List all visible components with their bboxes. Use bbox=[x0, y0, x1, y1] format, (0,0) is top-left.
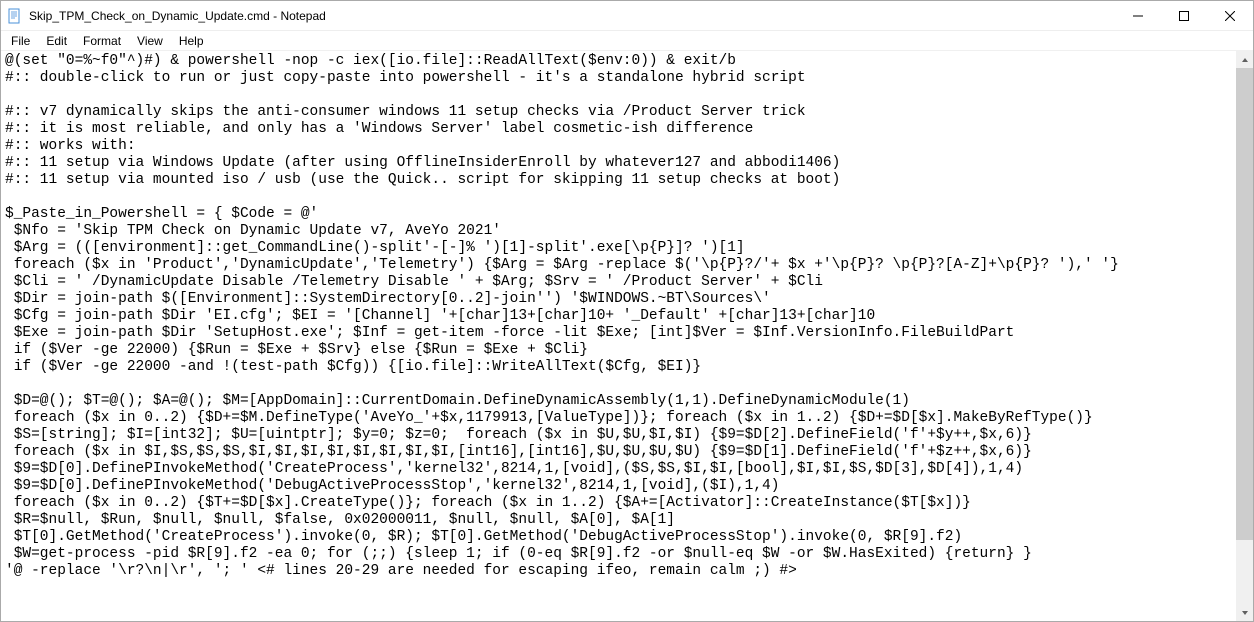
titlebar[interactable]: Skip_TPM_Check_on_Dynamic_Update.cmd - N… bbox=[1, 1, 1253, 31]
notepad-icon bbox=[7, 8, 23, 24]
menu-view[interactable]: View bbox=[129, 32, 171, 50]
menu-format[interactable]: Format bbox=[75, 32, 129, 50]
menu-edit[interactable]: Edit bbox=[38, 32, 75, 50]
close-button[interactable] bbox=[1207, 1, 1253, 30]
menu-help[interactable]: Help bbox=[171, 32, 212, 50]
scroll-track[interactable] bbox=[1236, 68, 1253, 604]
window-title: Skip_TPM_Check_on_Dynamic_Update.cmd - N… bbox=[29, 9, 1115, 23]
menu-file[interactable]: File bbox=[3, 32, 38, 50]
minimize-button[interactable] bbox=[1115, 1, 1161, 30]
scroll-thumb[interactable] bbox=[1236, 68, 1253, 540]
editor-area: @(set "0=%~f0"^)#) & powershell -nop -c … bbox=[1, 51, 1253, 621]
window-controls bbox=[1115, 1, 1253, 30]
menubar: File Edit Format View Help bbox=[1, 31, 1253, 51]
scroll-up-arrow[interactable] bbox=[1236, 51, 1253, 68]
vertical-scrollbar[interactable] bbox=[1236, 51, 1253, 621]
maximize-button[interactable] bbox=[1161, 1, 1207, 30]
text-editor[interactable]: @(set "0=%~f0"^)#) & powershell -nop -c … bbox=[1, 51, 1236, 621]
scroll-down-arrow[interactable] bbox=[1236, 604, 1253, 621]
notepad-window: Skip_TPM_Check_on_Dynamic_Update.cmd - N… bbox=[0, 0, 1254, 622]
